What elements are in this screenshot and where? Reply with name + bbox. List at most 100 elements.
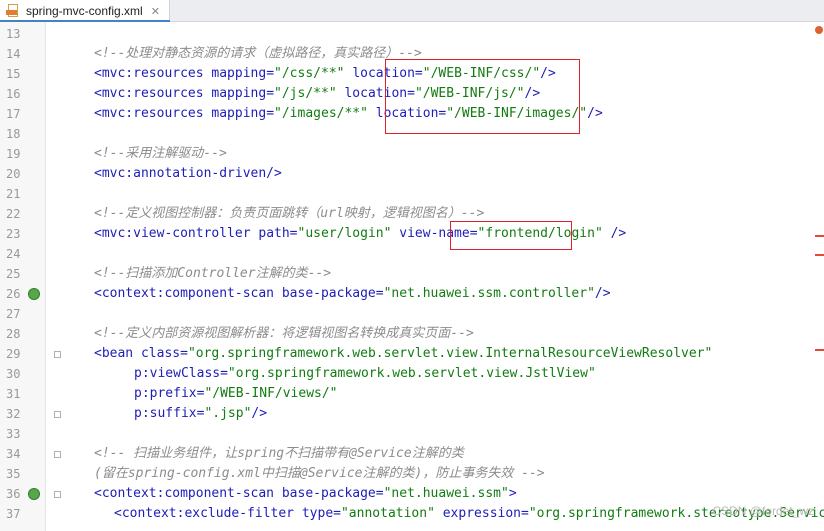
code-token: p:viewClass=	[134, 366, 228, 381]
code-token: <!--定义内部资源视图解析器：将逻辑视图名转换成真实页面-->	[94, 326, 474, 341]
line-number: 28	[6, 327, 21, 341]
line-number: 35	[6, 467, 21, 481]
code-token: "org.springframework.web.servlet.view.Js…	[227, 366, 596, 381]
code-token: mapping=	[211, 66, 275, 81]
code-line[interactable]: p:suffix=".jsp"/>	[46, 404, 824, 424]
line-number: 34	[6, 447, 21, 461]
line-number: 19	[6, 147, 21, 161]
line-number: 16	[6, 87, 21, 101]
code-line[interactable]: <!--定义视图控制器：负责页面跳转（url映射，逻辑视图名）-->	[46, 204, 824, 224]
code-line[interactable]: <!--扫描添加Controller注解的类-->	[46, 264, 824, 284]
error-stripe-mark	[815, 254, 824, 256]
code-token: <bean	[94, 346, 141, 361]
line-number: 32	[6, 407, 21, 421]
code-token: <mvc:annotation-driven/>	[94, 166, 282, 181]
line-number: 31	[6, 387, 21, 401]
editor-tab-bar: spring-mvc-config.xml ✕	[0, 0, 824, 22]
code-line[interactable]: <mvc:view-controller path="user/login" v…	[46, 224, 824, 244]
code-line[interactable]: p:viewClass="org.springframework.web.ser…	[46, 364, 824, 384]
error-stripe-mark	[815, 235, 824, 237]
code-line[interactable]	[46, 244, 824, 264]
code-token: />	[610, 226, 627, 241]
fold-marker-icon[interactable]	[54, 351, 61, 358]
code-line[interactable]: (留在spring-config.xml中扫描@Service注解的类)，防止事…	[46, 464, 824, 484]
fold-marker-icon[interactable]	[54, 451, 61, 458]
close-icon[interactable]: ✕	[151, 5, 160, 18]
code-token: "/js/**"	[274, 86, 337, 101]
error-stripe-mark	[815, 349, 824, 351]
code-token: p:prefix=	[134, 386, 205, 401]
bean-gutter-icon[interactable]	[28, 288, 40, 300]
line-number: 14	[6, 47, 21, 61]
code-token: <!--扫描添加Controller注解的类-->	[94, 266, 332, 281]
line-number: 30	[6, 367, 21, 381]
code-token: <!-- 扫描业务组件，让spring不扫描带有@Service注解的类	[94, 446, 464, 461]
line-number: 37	[6, 507, 21, 521]
code-token: "/css/**"	[274, 66, 345, 81]
line-number: 15	[6, 67, 21, 81]
code-token: "annotation"	[340, 506, 435, 521]
fold-marker-icon[interactable]	[54, 491, 61, 498]
code-line[interactable]	[46, 304, 824, 324]
line-number: 27	[6, 307, 21, 321]
code-token: type=	[301, 506, 341, 521]
code-token: class=	[140, 346, 188, 361]
code-line[interactable]: <!--定义内部资源视图解析器：将逻辑视图名转换成真实页面-->	[46, 324, 824, 344]
xml-file-icon	[6, 4, 20, 18]
code-token: "/images/**"	[274, 106, 368, 121]
code-token: <context:component-scan	[94, 486, 282, 501]
code-token: <!--采用注解驱动-->	[94, 146, 227, 161]
line-number: 26	[6, 287, 21, 301]
code-token: expression=	[442, 506, 529, 521]
line-number: 23	[6, 227, 21, 241]
code-token: <mvc:resources	[94, 106, 212, 121]
tab-filename: spring-mvc-config.xml	[26, 4, 143, 18]
line-number-gutter: 13 14 15 16 17 18 19 20 21 22 23 24 25 26 27 28 29 30 31 32…	[0, 22, 46, 531]
line-number: 13	[6, 27, 21, 41]
fold-marker-icon[interactable]	[54, 411, 61, 418]
code-token: "/WEB-INF/views/"	[204, 386, 338, 401]
line-number: 25	[6, 267, 21, 281]
code-token: <!--定义视图控制器：负责页面跳转（url映射，逻辑视图名）-->	[94, 206, 485, 221]
code-token: mapping=	[211, 86, 275, 101]
code-token: path=	[258, 226, 298, 241]
code-token: base-package=	[281, 486, 384, 501]
line-number: 18	[6, 127, 21, 141]
highlight-box-view-name	[450, 221, 572, 250]
code-line[interactable]: <context:component-scan base-package="ne…	[46, 284, 824, 304]
code-line[interactable]: <context:exclude-filter type="annotation…	[46, 504, 824, 524]
line-number: 33	[6, 427, 21, 441]
code-token: />	[587, 106, 603, 121]
code-token: <mvc:resources	[94, 86, 212, 101]
bean-gutter-icon[interactable]	[28, 488, 40, 500]
code-line[interactable]: <context:component-scan base-package="ne…	[46, 484, 824, 504]
line-number: 20	[6, 167, 21, 181]
line-number: 24	[6, 247, 21, 261]
code-line[interactable]: p:prefix="/WEB-INF/views/"	[46, 384, 824, 404]
line-number: 22	[6, 207, 21, 221]
code-token: <!--处理对静态资源的请求（虚拟路径，真实路径）-->	[94, 46, 422, 61]
line-number: 36	[6, 487, 21, 501]
code-line[interactable]: <mvc:annotation-driven/>	[46, 164, 824, 184]
code-token: <mvc:resources	[94, 66, 212, 81]
code-token: ".jsp"	[204, 406, 252, 421]
line-number: 29	[6, 347, 21, 361]
code-line[interactable]: <bean class="org.springframework.web.ser…	[46, 344, 824, 364]
code-line[interactable]: <!-- 扫描业务组件，让spring不扫描带有@Service注解的类	[46, 444, 824, 464]
code-token: (留在spring-config.xml中扫描@Service注解的类)，防止事…	[94, 466, 545, 481]
code-line[interactable]: <!--采用注解驱动-->	[46, 144, 824, 164]
code-token: "net.huawei.ssm"	[383, 486, 509, 501]
line-number: 21	[6, 187, 21, 201]
code-token: mapping=	[211, 106, 275, 121]
code-line[interactable]	[46, 184, 824, 204]
line-number: 17	[6, 107, 21, 121]
error-indicator-icon	[815, 26, 823, 34]
code-line[interactable]	[46, 24, 824, 44]
tab-spring-mvc-config[interactable]: spring-mvc-config.xml ✕	[0, 0, 170, 22]
code-token: "net.huawei.ssm.controller"	[383, 286, 595, 301]
code-line[interactable]	[46, 424, 824, 444]
code-token: />	[251, 406, 268, 421]
code-token: <context:exclude-filter	[114, 506, 302, 521]
